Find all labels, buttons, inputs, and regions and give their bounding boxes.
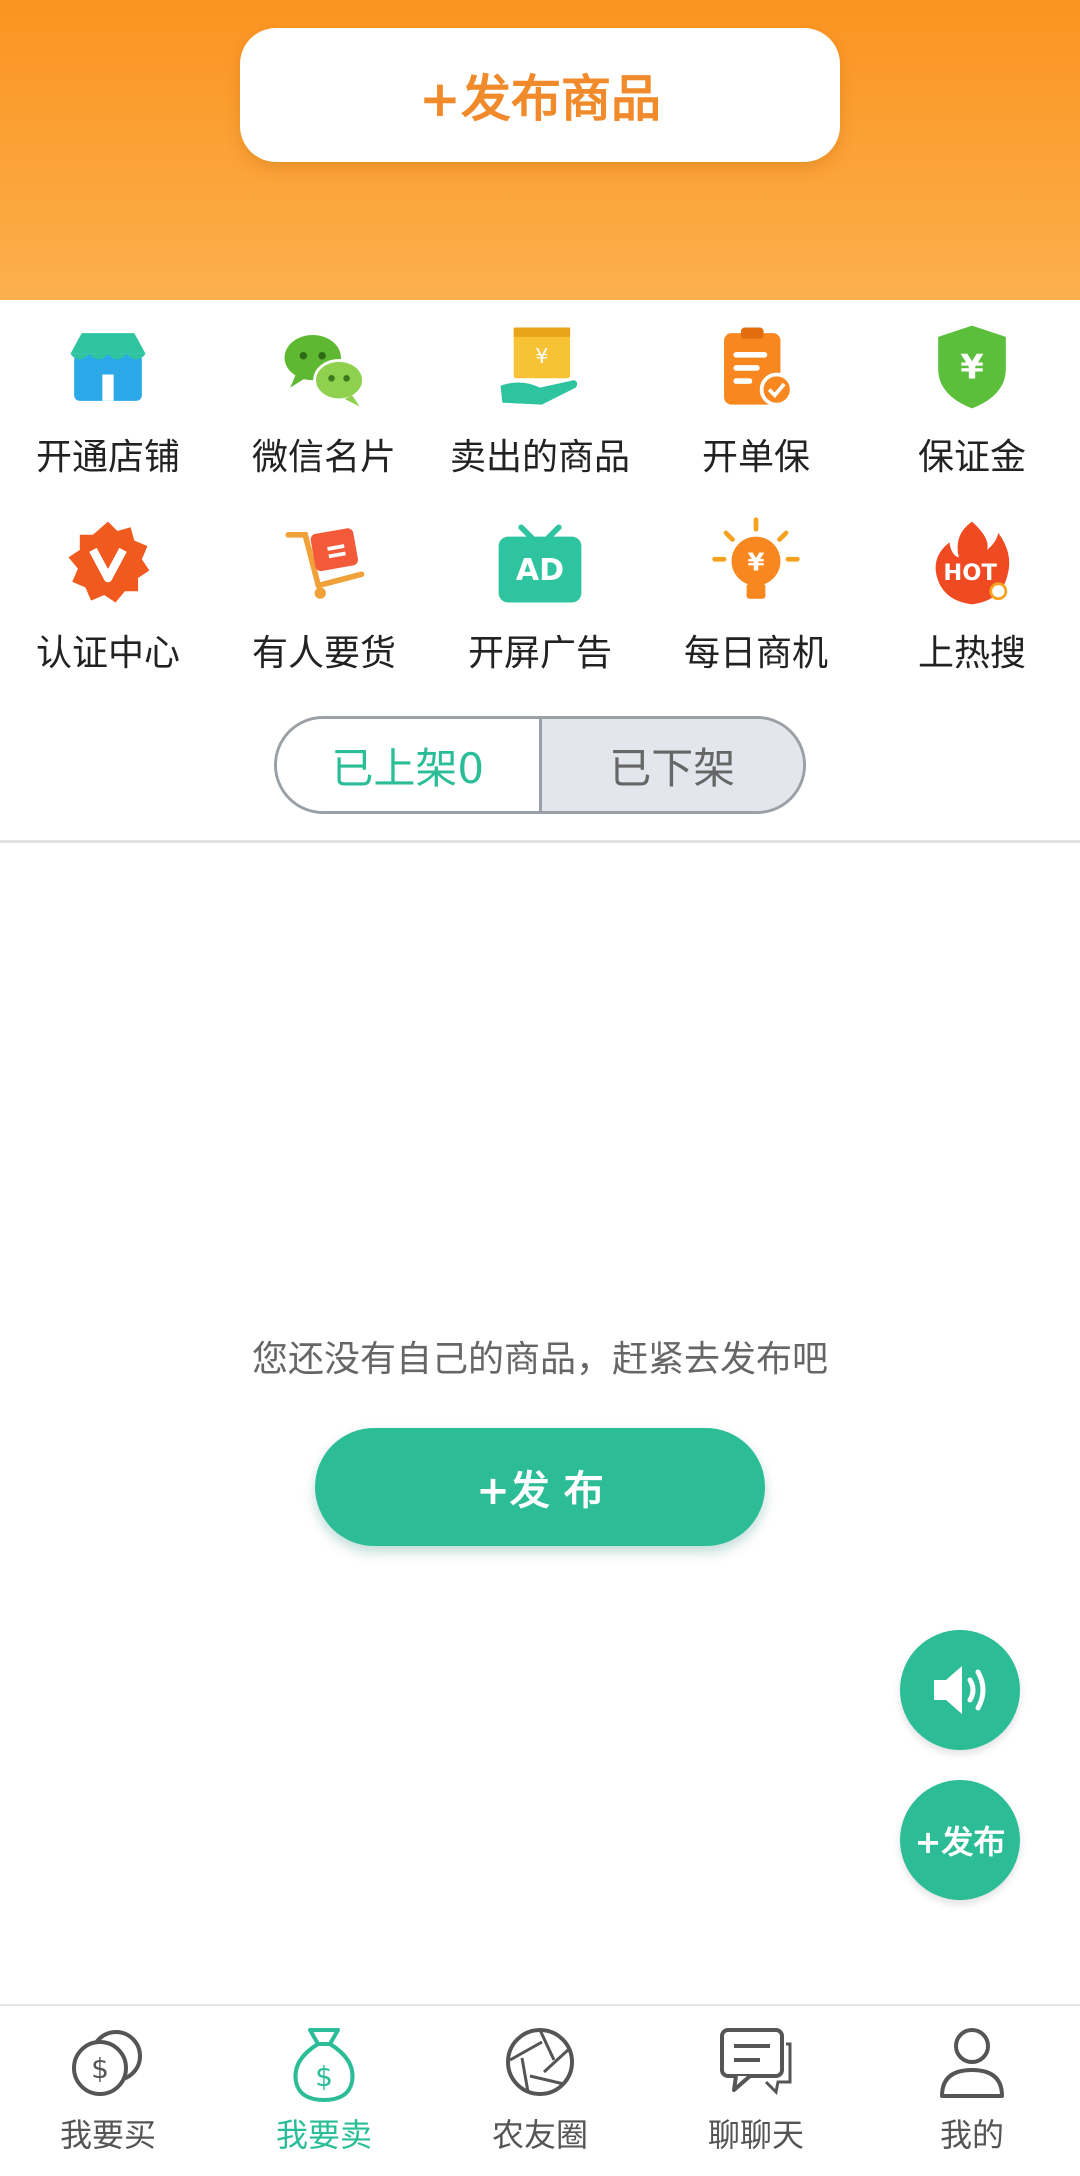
publish-product-button[interactable]: +发布商品: [240, 28, 840, 162]
feature-label: 上热搜: [917, 633, 1026, 674]
feature-label: 开单保: [701, 437, 810, 478]
feature-splash-ad[interactable]: AD 开屏广告: [432, 496, 648, 676]
svg-text:¥: ¥: [535, 344, 548, 368]
feature-label: 每日商机: [683, 633, 828, 674]
tab-buy[interactable]: $ 我要买: [0, 2006, 216, 2176]
empty-state-message: 您还没有自己的商品，赶紧去发布吧: [251, 1339, 828, 1380]
deposit-shield-icon: ¥: [938, 325, 1006, 409]
store-icon: [70, 333, 146, 401]
feature-someone-wants[interactable]: 有人要货: [216, 496, 432, 676]
feature-hot-search[interactable]: HOT 上热搜: [864, 496, 1080, 676]
svg-text:AD: AD: [516, 553, 564, 588]
money-bag-icon: $: [293, 2028, 355, 2103]
svg-text:¥: ¥: [747, 548, 764, 577]
tab-label: 农友圈: [491, 2116, 588, 2154]
tab-label: 我要买: [59, 2116, 156, 2154]
tab-farmer-circle[interactable]: 农友圈: [432, 2006, 648, 2176]
tab-me[interactable]: 我的: [864, 2006, 1080, 2176]
floating-publish-button[interactable]: +发布: [900, 1780, 1020, 1900]
publish-button[interactable]: +发 布: [315, 1428, 765, 1546]
feature-sold-goods[interactable]: ¥ 卖出的商品: [432, 300, 648, 480]
buy-coin-icon: $: [72, 2030, 142, 2096]
feature-order-insurance[interactable]: 开单保: [648, 300, 864, 480]
aperture-icon: [506, 2028, 574, 2096]
feature-label: 开通店铺: [35, 437, 180, 478]
sound-button[interactable]: [900, 1630, 1020, 1750]
ad-icon: AD: [498, 524, 582, 603]
listing-status-toggle: 已上架0 已下架: [274, 716, 806, 814]
feature-deposit[interactable]: ¥ 保证金: [864, 300, 1080, 480]
feature-verify-center[interactable]: 认证中心: [0, 496, 216, 676]
feature-label: 微信名片: [251, 437, 396, 478]
feature-wechat-card[interactable]: 微信名片: [216, 300, 432, 480]
tab-label: 我要卖: [275, 2116, 372, 2154]
wechat-icon: [284, 335, 365, 407]
feature-label: 认证中心: [35, 633, 180, 674]
svg-text:¥: ¥: [960, 347, 984, 386]
tab-unlisted[interactable]: 已下架: [538, 719, 803, 811]
svg-text:$: $: [315, 2060, 333, 2093]
feature-label: 卖出的商品: [449, 437, 630, 478]
tab-chat[interactable]: 聊聊天: [648, 2006, 864, 2176]
svg-text:$: $: [91, 2052, 109, 2085]
cart-icon: [285, 528, 365, 599]
sold-goods-icon: ¥: [500, 327, 578, 405]
tab-label: 聊聊天: [707, 2116, 804, 2154]
order-insurance-icon: [724, 327, 794, 407]
hot-search-icon: HOT: [935, 521, 1010, 605]
speaker-icon: [934, 1666, 986, 1714]
header-banner: +发布商品: [0, 0, 1080, 300]
feature-open-store[interactable]: 开通店铺: [0, 300, 216, 480]
feature-label: 开屏广告: [467, 633, 612, 674]
verify-badge-icon: [68, 521, 150, 603]
user-icon: [940, 2028, 1004, 2098]
feature-label: 有人要货: [251, 633, 396, 674]
feature-label: 保证金: [917, 437, 1026, 478]
tab-listed[interactable]: 已上架0: [277, 719, 539, 811]
svg-text:HOT: HOT: [943, 560, 997, 586]
tab-sell[interactable]: $ 我要卖: [216, 2006, 432, 2176]
feature-daily-opportunity[interactable]: ¥ 每日商机: [648, 496, 864, 676]
divider: [0, 840, 1080, 843]
chat-icon: [720, 2028, 792, 2096]
lightbulb-icon: ¥: [712, 517, 800, 599]
bottom-tab-bar: $ 我要买 $ 我要卖 农友圈 聊聊天 我的: [0, 2004, 1080, 2174]
tab-label: 我的: [939, 2116, 1004, 2154]
